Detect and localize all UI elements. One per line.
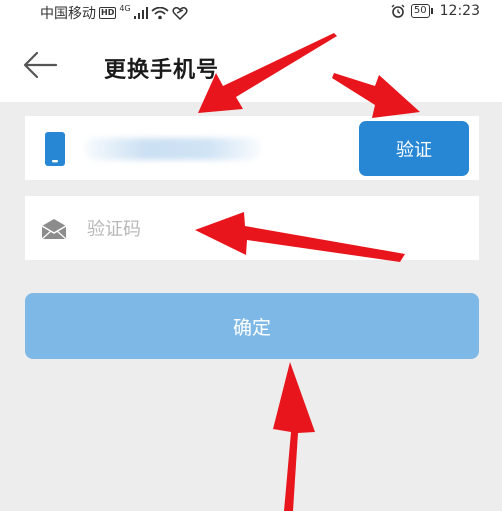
carrier-label: 中国移动 [40,6,96,22]
status-bar: 中国移动 HD 4G 50 12:23 [0,0,502,28]
phone-number-row: 验证 [25,116,479,180]
top-app-bar: 更换手机号 [0,28,502,102]
clock-time: 12:23 [439,3,480,19]
page-title: 更换手机号 [104,58,220,83]
back-arrow-icon [23,51,58,79]
network-badge: 4G [119,3,131,13]
alarm-icon [391,4,405,18]
wifi-icon [151,6,169,19]
status-right: 50 12:23 [391,3,480,19]
arrow-to-confirm [273,362,315,511]
verification-code-row [25,196,479,260]
heart-signal-icon [172,6,188,20]
back-button[interactable] [22,50,62,80]
phone-icon [45,132,65,166]
verification-code-input[interactable] [85,214,449,244]
status-left: 中国移动 HD 4G [40,3,188,23]
signal-icon [133,7,148,19]
confirm-button[interactable]: 确定 [25,293,479,359]
hd-badge: HD [99,7,117,19]
verify-button[interactable]: 验证 [359,121,469,176]
envelope-icon [41,219,67,240]
battery-icon: 50 [410,4,433,18]
phone-number-field[interactable] [85,138,261,160]
